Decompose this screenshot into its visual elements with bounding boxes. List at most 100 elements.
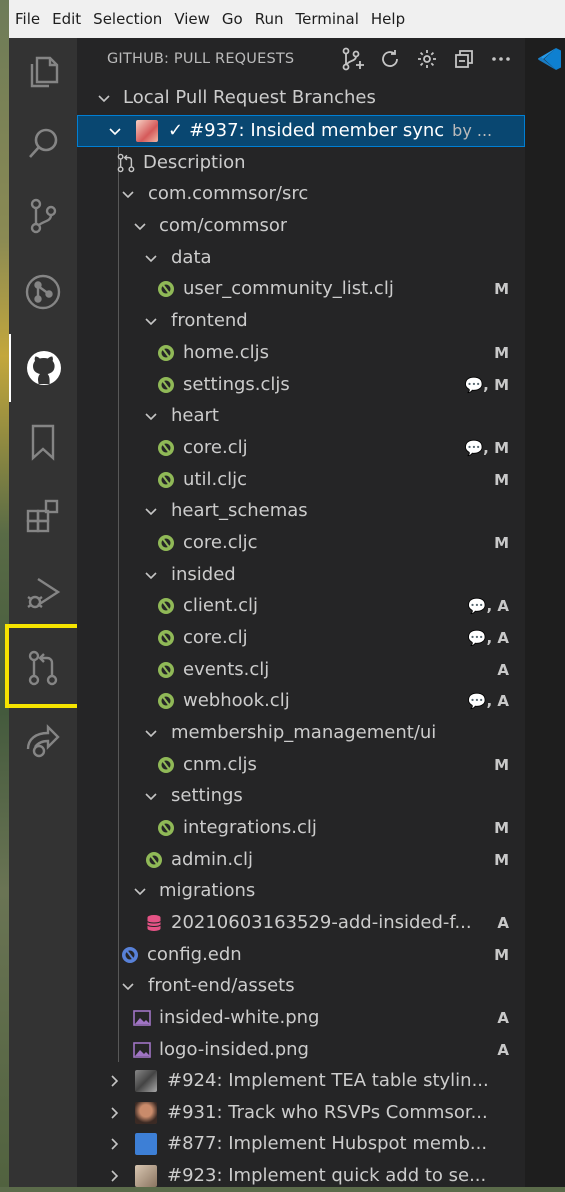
- file-row[interactable]: core.cljc M: [77, 527, 525, 559]
- collapse-all-icon: [455, 50, 473, 68]
- menu-help[interactable]: Help: [365, 0, 411, 38]
- git-graph-icon: [25, 274, 61, 310]
- avatar: [135, 1101, 157, 1124]
- avatar: [135, 1069, 157, 1092]
- file-label: webhook.clj: [183, 690, 290, 712]
- status-badge: M: [494, 755, 509, 774]
- clojure-file-icon: [157, 756, 175, 774]
- refresh-button[interactable]: [376, 45, 404, 73]
- file-row[interactable]: core.clj 💬, M: [77, 432, 525, 464]
- status-badge: M: [494, 533, 509, 552]
- file-row[interactable]: cnm.cljs M: [77, 749, 525, 781]
- pr-title: #924: Implement TEA table stylin...: [167, 1070, 489, 1092]
- folder-row[interactable]: heart_schemas: [77, 495, 525, 527]
- file-row[interactable]: integrations.clj M: [77, 812, 525, 844]
- folder-label: migrations: [159, 880, 256, 902]
- menu-selection[interactable]: Selection: [87, 0, 168, 38]
- file-row[interactable]: admin.clj M: [77, 844, 525, 876]
- status-badge: M: [494, 945, 509, 964]
- clojure-file-icon: [157, 471, 175, 489]
- image-file-icon: [133, 1041, 151, 1059]
- file-row[interactable]: events.clj A: [77, 654, 525, 686]
- folder-row[interactable]: com/commsor: [77, 210, 525, 242]
- file-label: 20210603163529-add-insided-f...: [171, 912, 472, 934]
- folder-label: com.commsor/src: [148, 183, 309, 205]
- folder-row[interactable]: heart: [77, 400, 525, 432]
- menu-run[interactable]: Run: [249, 0, 290, 38]
- settings-button[interactable]: [413, 45, 441, 73]
- source-control-button[interactable]: [9, 182, 77, 250]
- file-row[interactable]: user_community_list.clj M: [77, 273, 525, 305]
- selected-pr-row[interactable]: ✓ #937: Insided member sync by ...: [77, 115, 525, 147]
- clojure-file-icon: [157, 439, 175, 457]
- create-pr-button[interactable]: [339, 45, 367, 73]
- extensions-button[interactable]: [9, 482, 77, 550]
- file-row[interactable]: webhook.clj 💬, A: [77, 685, 525, 717]
- folder-label: com/commsor: [159, 215, 288, 237]
- file-row[interactable]: insided-white.png A: [77, 1002, 525, 1034]
- git-graph-button[interactable]: [9, 258, 77, 326]
- status-badge: A: [497, 913, 509, 932]
- file-label: core.clj: [183, 437, 248, 459]
- file-row[interactable]: 20210603163529-add-insided-f... A: [77, 907, 525, 939]
- ellipsis-icon: [492, 57, 510, 61]
- clojure-file-icon: [157, 344, 175, 362]
- source-control-icon: [30, 198, 57, 234]
- file-label: config.edn: [147, 944, 242, 966]
- menu-go[interactable]: Go: [216, 0, 249, 38]
- folder-row[interactable]: front-end/assets: [77, 970, 525, 1002]
- folder-row[interactable]: insided: [77, 559, 525, 591]
- database-icon: [145, 914, 163, 932]
- bookmarks-button[interactable]: [9, 408, 77, 476]
- file-row[interactable]: settings.cljs 💬, M: [77, 369, 525, 401]
- collapse-all-button[interactable]: [450, 45, 478, 73]
- menu-edit[interactable]: Edit: [46, 0, 87, 38]
- section-local-branches[interactable]: Local Pull Request Branches: [77, 82, 525, 114]
- file-row[interactable]: logo-insided.png A: [77, 1034, 525, 1066]
- bookmark-icon: [31, 424, 55, 461]
- clojure-file-icon: [145, 851, 163, 869]
- file-row[interactable]: core.clj 💬, A: [77, 622, 525, 654]
- section-label: Local Pull Request Branches: [123, 87, 376, 109]
- pr-row[interactable]: #924: Implement TEA table stylin...: [77, 1065, 525, 1097]
- explorer-button[interactable]: [9, 38, 77, 106]
- status-badge: M: [494, 850, 509, 869]
- chevron-down-icon: [140, 789, 162, 803]
- file-label: integrations.clj: [183, 817, 317, 839]
- folder-row[interactable]: com.commsor/src: [77, 178, 525, 210]
- folder-row[interactable]: frontend: [77, 305, 525, 337]
- file-label: settings.cljs: [183, 374, 290, 396]
- file-label: core.cljc: [183, 532, 258, 554]
- folder-row[interactable]: settings: [77, 780, 525, 812]
- description-row[interactable]: Description: [77, 147, 525, 179]
- pr-row[interactable]: #931: Track who RSVPs Commsor...: [77, 1097, 525, 1129]
- file-row[interactable]: config.edn M: [77, 939, 525, 971]
- github-icon: [27, 351, 61, 385]
- check-icon: ✓: [168, 120, 184, 142]
- github-button[interactable]: [9, 334, 77, 402]
- menu-view[interactable]: View: [168, 0, 216, 38]
- menu-terminal[interactable]: Terminal: [290, 0, 365, 38]
- folder-row[interactable]: migrations: [77, 875, 525, 907]
- search-button[interactable]: [9, 110, 77, 178]
- file-row[interactable]: util.cljc M: [77, 464, 525, 496]
- file-row[interactable]: home.cljs M: [77, 337, 525, 369]
- clojure-file-icon: [157, 534, 175, 552]
- folder-label: heart_schemas: [171, 500, 308, 522]
- folder-row[interactable]: data: [77, 242, 525, 274]
- live-share-button[interactable]: [9, 706, 77, 774]
- chevron-right-icon: [103, 1074, 125, 1088]
- pr-row[interactable]: #877: Implement Hubspot memb...: [77, 1128, 525, 1160]
- pr-title: #931: Track who RSVPs Commsor...: [167, 1102, 488, 1124]
- more-actions-button[interactable]: [487, 45, 515, 73]
- folder-row[interactable]: membership_management/ui: [77, 717, 525, 749]
- chevron-down-icon: [140, 251, 162, 265]
- chevron-down-icon: [117, 979, 139, 993]
- run-debug-button[interactable]: [9, 558, 77, 626]
- status-badge: 💬, M: [464, 438, 509, 457]
- gear-icon: [418, 50, 436, 68]
- desktop-background: [0, 0, 9, 1187]
- chevron-down-icon: [117, 187, 139, 201]
- menu-file[interactable]: File: [9, 0, 46, 38]
- file-row[interactable]: client.clj 💬, A: [77, 590, 525, 622]
